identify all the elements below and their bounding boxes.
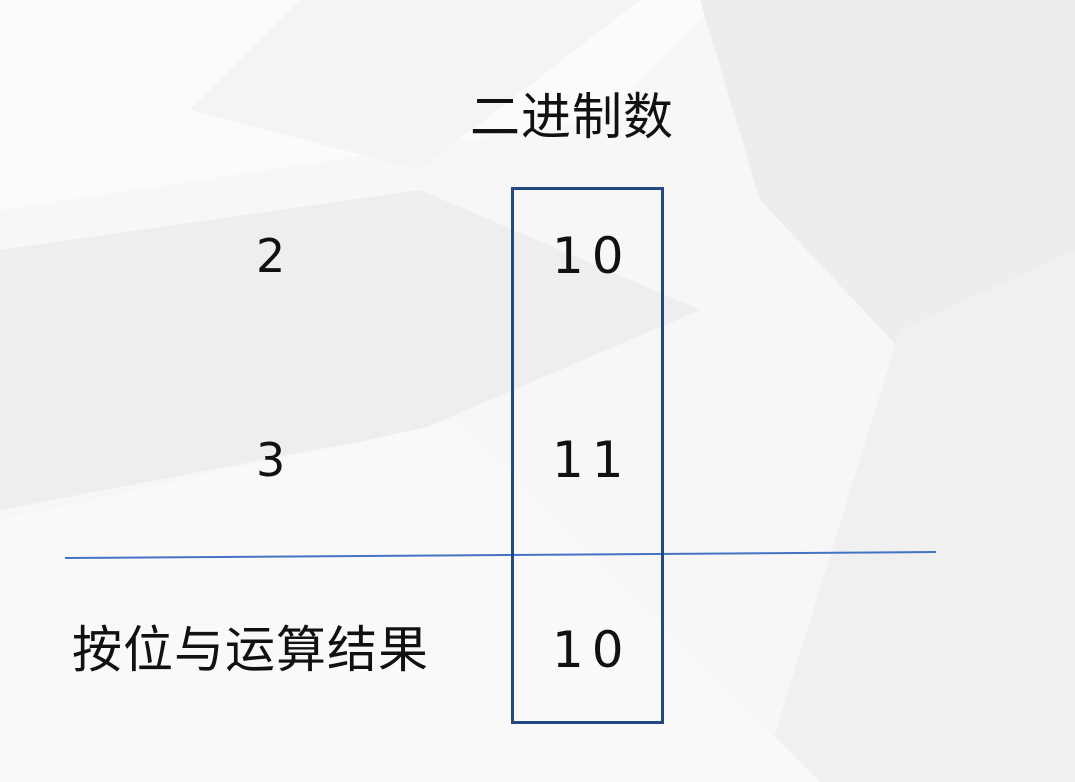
slide-canvas: 二进制数 2 10 3 11 按位与运算结果 10 xyxy=(0,0,1075,782)
result-label: 按位与运算结果 xyxy=(72,621,429,679)
decimal-value-3: 3 xyxy=(256,433,286,487)
binary-result-value: 10 xyxy=(552,621,632,679)
slide-title: 二进制数 xyxy=(470,88,674,146)
decimal-value-2: 2 xyxy=(256,229,286,283)
